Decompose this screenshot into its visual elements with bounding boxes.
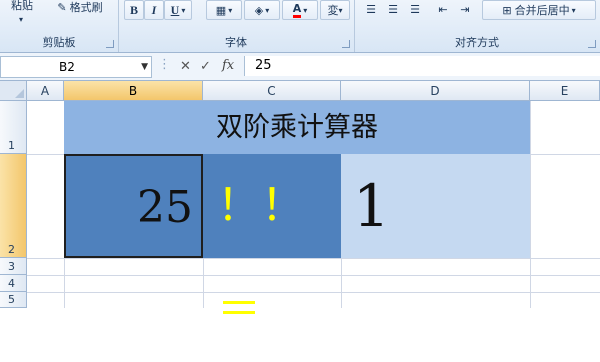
input-cell[interactable]: 25 xyxy=(64,154,203,258)
align-right-button[interactable]: ☰ xyxy=(406,0,424,18)
worksheet-grid: A B C D E 1 2 3 4 5 双阶乘计算器 ！！＝ 1 25 xyxy=(0,81,600,335)
formula-bar: B2 ▼ ⋮ ✕ ✓ fx 25 xyxy=(0,53,600,81)
enter-icon[interactable]: ✓ xyxy=(200,59,211,74)
paste-dropdown[interactable]: ▾ xyxy=(14,10,28,28)
gridline xyxy=(530,101,531,308)
column-header-a[interactable]: A xyxy=(27,81,64,101)
decrease-indent-icon: ⇤ xyxy=(438,2,448,16)
font-color-icon: A xyxy=(292,2,302,18)
column-header-c[interactable]: C xyxy=(203,81,341,101)
phonetic-button[interactable]: 変 ▾ xyxy=(320,0,350,20)
fill-bucket-icon: ◈ xyxy=(254,3,264,17)
column-header-d[interactable]: D xyxy=(341,81,530,101)
increase-indent-icon: ⇥ xyxy=(460,2,470,16)
clipboard-group: 粘贴 ▾ ✎ 格式刷 剪贴板 xyxy=(0,0,119,52)
font-dialog-launcher[interactable] xyxy=(342,40,350,48)
clipboard-group-label: 剪贴板 xyxy=(42,36,76,49)
operator-cell[interactable]: ！！＝ xyxy=(203,154,341,335)
align-right-icon: ☰ xyxy=(410,2,420,16)
gridline xyxy=(27,292,600,293)
alignment-group: ☰ ☰ ☰ ⇤ ⇥ ⊞ 合并后居中 ▾ 对齐方式 xyxy=(354,0,600,52)
ribbon: 粘贴 ▾ ✎ 格式刷 剪贴板 B I U ▾ ▦ ▾ ◈ ▾ A ▾ 変 ▾ 字体 ☰ ☰… xyxy=(0,0,600,53)
row-header-2[interactable]: 2 xyxy=(0,154,27,258)
clipboard-dialog-launcher[interactable] xyxy=(106,40,114,48)
align-left-button[interactable]: ☰ xyxy=(362,0,380,18)
alignment-dialog-launcher[interactable] xyxy=(588,40,596,48)
format-painter-button[interactable]: ✎ 格式刷 xyxy=(48,0,112,16)
brush-icon: ✎ xyxy=(57,0,67,14)
font-group: B I U ▾ ▦ ▾ ◈ ▾ A ▾ 変 ▾ 字体 xyxy=(118,0,355,52)
align-center-button[interactable]: ☰ xyxy=(384,0,402,18)
fill-color-button[interactable]: ◈ ▾ xyxy=(244,0,280,20)
align-center-icon: ☰ xyxy=(388,2,398,16)
select-all-button[interactable] xyxy=(0,81,27,101)
row-header-4[interactable]: 4 xyxy=(0,275,27,292)
align-left-icon: ☰ xyxy=(366,2,376,16)
underline-button[interactable]: U ▾ xyxy=(164,0,192,20)
row-header-1[interactable]: 1 xyxy=(0,101,27,154)
column-header-b[interactable]: B xyxy=(64,81,203,101)
decrease-indent-button[interactable]: ⇤ xyxy=(434,0,452,18)
merge-center-label: 合并后居中 xyxy=(514,4,570,17)
calculator-title-cell[interactable]: 双阶乘计算器 xyxy=(64,101,530,154)
increase-indent-button[interactable]: ⇥ xyxy=(456,0,474,18)
font-color-button[interactable]: A ▾ xyxy=(282,0,318,20)
border-icon: ▦ xyxy=(215,3,227,17)
name-box[interactable]: B2 ▼ xyxy=(0,56,152,78)
bold-button[interactable]: B xyxy=(124,0,144,20)
format-painter-label: 格式刷 xyxy=(69,1,103,14)
phonetic-icon: 変 xyxy=(327,4,339,17)
insert-function-button[interactable]: fx xyxy=(222,58,234,73)
result-cell[interactable]: 1 xyxy=(341,154,530,258)
gridline xyxy=(27,258,600,259)
column-header-e[interactable]: E xyxy=(530,81,600,101)
name-box-value: B2 xyxy=(59,60,75,74)
name-box-dropdown-icon[interactable]: ▼ xyxy=(141,57,148,77)
cancel-icon[interactable]: ✕ xyxy=(180,59,191,74)
formula-bar-grip-icon: ⋮ xyxy=(158,57,171,72)
merge-icon: ⊞ xyxy=(502,3,512,17)
italic-button[interactable]: I xyxy=(144,0,164,20)
formula-input[interactable]: 25 xyxy=(244,56,600,76)
alignment-group-label: 对齐方式 xyxy=(455,36,499,49)
row-header-5[interactable]: 5 xyxy=(0,292,27,308)
gridline xyxy=(27,275,600,276)
border-button[interactable]: ▦ ▾ xyxy=(206,0,242,20)
font-group-label: 字体 xyxy=(225,36,247,49)
merge-center-button[interactable]: ⊞ 合并后居中 ▾ xyxy=(482,0,596,20)
row-header-3[interactable]: 3 xyxy=(0,258,27,275)
